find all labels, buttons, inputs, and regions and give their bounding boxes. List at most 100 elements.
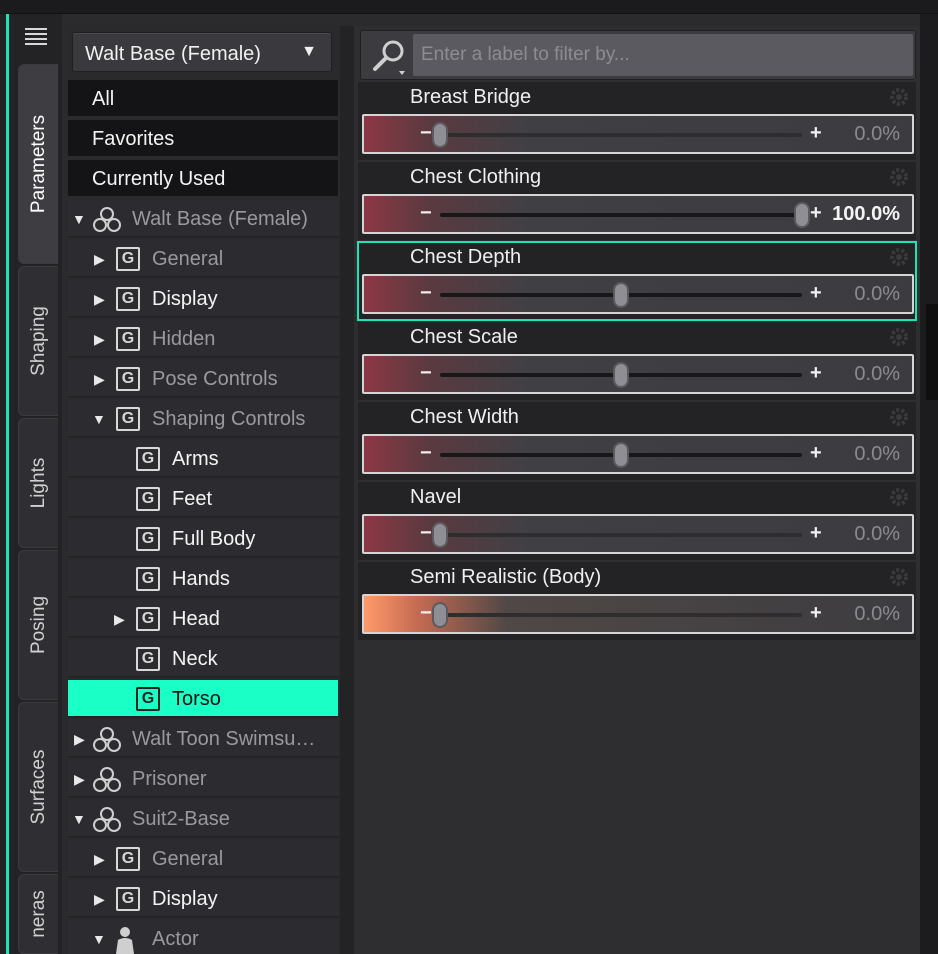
tab-posing[interactable]: Posing [18,550,58,700]
decrement-button[interactable]: − [420,602,432,625]
collapsed-triangle-icon[interactable]: ▶ [74,771,85,788]
slider-knob[interactable] [432,602,448,628]
tree-item-figure-prisoner[interactable]: ▶ Prisoner [68,760,338,798]
increment-button[interactable]: + [810,602,822,625]
decrement-button[interactable]: − [420,522,432,545]
increment-button[interactable]: + [810,282,822,305]
collapsed-triangle-icon[interactable]: ▶ [94,891,105,908]
tab-parameters[interactable]: Parameters [18,64,58,264]
increment-button[interactable]: + [810,442,822,465]
slider-track[interactable] [440,533,802,537]
tree-item-figure-suit2-base[interactable]: ▼ Suit2-Base [68,800,338,838]
slider-bar[interactable]: − +100.0% [362,194,914,234]
tree-item-hidden[interactable]: ▶ G Hidden [68,320,338,358]
gear-icon[interactable] [888,486,910,508]
expanded-triangle-icon[interactable]: ▼ [72,811,86,827]
slider-knob[interactable] [432,522,448,548]
tree-item-neck[interactable]: G Neck [68,640,338,678]
tree-item-feet[interactable]: G Feet [68,480,338,518]
parameter-slider[interactable]: Breast Bridge − +0.0% [358,82,916,160]
increment-button[interactable]: + [810,122,822,145]
tree-item-display[interactable]: ▶ G Display [68,280,338,318]
tree-item-arms[interactable]: G Arms [68,440,338,478]
tree-item-all[interactable]: All [68,80,338,118]
tree-item-torso[interactable]: G Torso [68,680,338,718]
slider-track[interactable] [440,613,802,617]
parameter-value[interactable]: 0.0% [854,123,900,146]
slider-bar[interactable]: − +0.0% [362,434,914,474]
tree-item-display[interactable]: ▶ G Display [68,880,338,918]
expanded-triangle-icon[interactable]: ▼ [92,411,106,427]
slider-bar[interactable]: − +0.0% [362,114,914,154]
parameter-value[interactable]: 0.0% [854,443,900,466]
expanded-triangle-icon[interactable]: ▼ [72,211,86,227]
node-selector-dropdown[interactable]: Walt Base (Female) ▼ [72,32,332,72]
decrement-button[interactable]: − [420,202,432,225]
tree-item-actor[interactable]: ▼ Actor [68,920,338,954]
collapsed-triangle-icon[interactable]: ▶ [114,611,125,628]
gear-icon[interactable] [888,326,910,348]
collapsed-triangle-icon[interactable]: ▶ [94,851,105,868]
tab-shaping[interactable]: Shaping [18,266,58,416]
tab-cameras[interactable]: neras [18,874,58,954]
slider-bar[interactable]: − +0.0% [362,594,914,634]
increment-button[interactable]: + [810,202,822,225]
parameter-slider[interactable]: Chest Width − +0.0% [358,402,916,480]
decrement-button[interactable]: − [420,362,432,385]
parameter-value[interactable]: 0.0% [854,603,900,626]
increment-button[interactable]: + [810,522,822,545]
gear-icon[interactable] [888,86,910,108]
parameter-value[interactable]: 0.0% [854,283,900,306]
tree-item-figure-walt-toon-swimsuit[interactable]: ▶ Walt Toon Swimsu… [68,720,338,758]
expanded-triangle-icon[interactable]: ▼ [92,931,106,947]
tree-item-currently-used[interactable]: Currently Used [68,160,338,198]
tree-item-general[interactable]: ▶ G General [68,240,338,278]
collapsed-triangle-icon[interactable]: ▶ [94,331,105,348]
slider-knob[interactable] [794,202,810,228]
parameter-slider[interactable]: Chest Depth − +0.0% [357,241,917,321]
parameter-slider[interactable]: Semi Realistic (Body) − +0.0% [358,562,916,640]
collapsed-triangle-icon[interactable]: ▶ [74,731,85,748]
tree-item-figure-walt-base[interactable]: ▼ Walt Base (Female) [68,200,338,238]
collapsed-triangle-icon[interactable]: ▶ [94,291,105,308]
filter-input[interactable]: Enter a label to filter by... [413,34,913,76]
slider-knob[interactable] [613,442,629,468]
parameter-value[interactable]: 100.0% [832,203,900,226]
slider-track[interactable] [440,133,802,137]
gear-icon[interactable] [888,566,910,588]
pane-menu-button[interactable] [20,20,52,52]
collapsed-triangle-icon[interactable]: ▶ [94,251,105,268]
parameter-slider[interactable]: Navel − +0.0% [358,482,916,560]
collapsed-triangle-icon[interactable]: ▶ [94,371,105,388]
group-icon: G [136,487,160,511]
slider-knob[interactable] [613,282,629,308]
gear-icon[interactable] [888,166,910,188]
slider-bar[interactable]: − +0.0% [362,274,914,314]
tab-surfaces[interactable]: Surfaces [18,702,58,872]
tree-item-shaping-controls[interactable]: ▼ G Shaping Controls [68,400,338,438]
tree-item-head[interactable]: ▶ G Head [68,600,338,638]
tree-item-pose-controls[interactable]: ▶ G Pose Controls [68,360,338,398]
gear-icon[interactable] [888,246,910,268]
parameter-slider[interactable]: Chest Clothing − +100.0% [358,162,916,240]
increment-button[interactable]: + [810,362,822,385]
tree-item-hands[interactable]: G Hands [68,560,338,598]
decrement-button[interactable]: − [420,122,432,145]
parameter-value[interactable]: 0.0% [854,523,900,546]
gear-icon[interactable] [888,406,910,428]
tree-item-general[interactable]: ▶ G General [68,840,338,878]
search-icon[interactable] [369,37,409,77]
slider-knob[interactable] [432,122,448,148]
slider-bar[interactable]: − +0.0% [362,354,914,394]
parameter-slider[interactable]: Chest Scale − +0.0% [358,322,916,400]
parameter-value[interactable]: 0.0% [854,363,900,386]
tab-lights[interactable]: Lights [18,418,58,548]
slider-track[interactable] [440,213,802,217]
tree-item-full-body[interactable]: G Full Body [68,520,338,558]
pane-splitter[interactable] [340,26,354,954]
tree-item-favorites[interactable]: Favorites [68,120,338,158]
decrement-button[interactable]: − [420,442,432,465]
decrement-button[interactable]: − [420,282,432,305]
slider-bar[interactable]: − +0.0% [362,514,914,554]
slider-knob[interactable] [613,362,629,388]
